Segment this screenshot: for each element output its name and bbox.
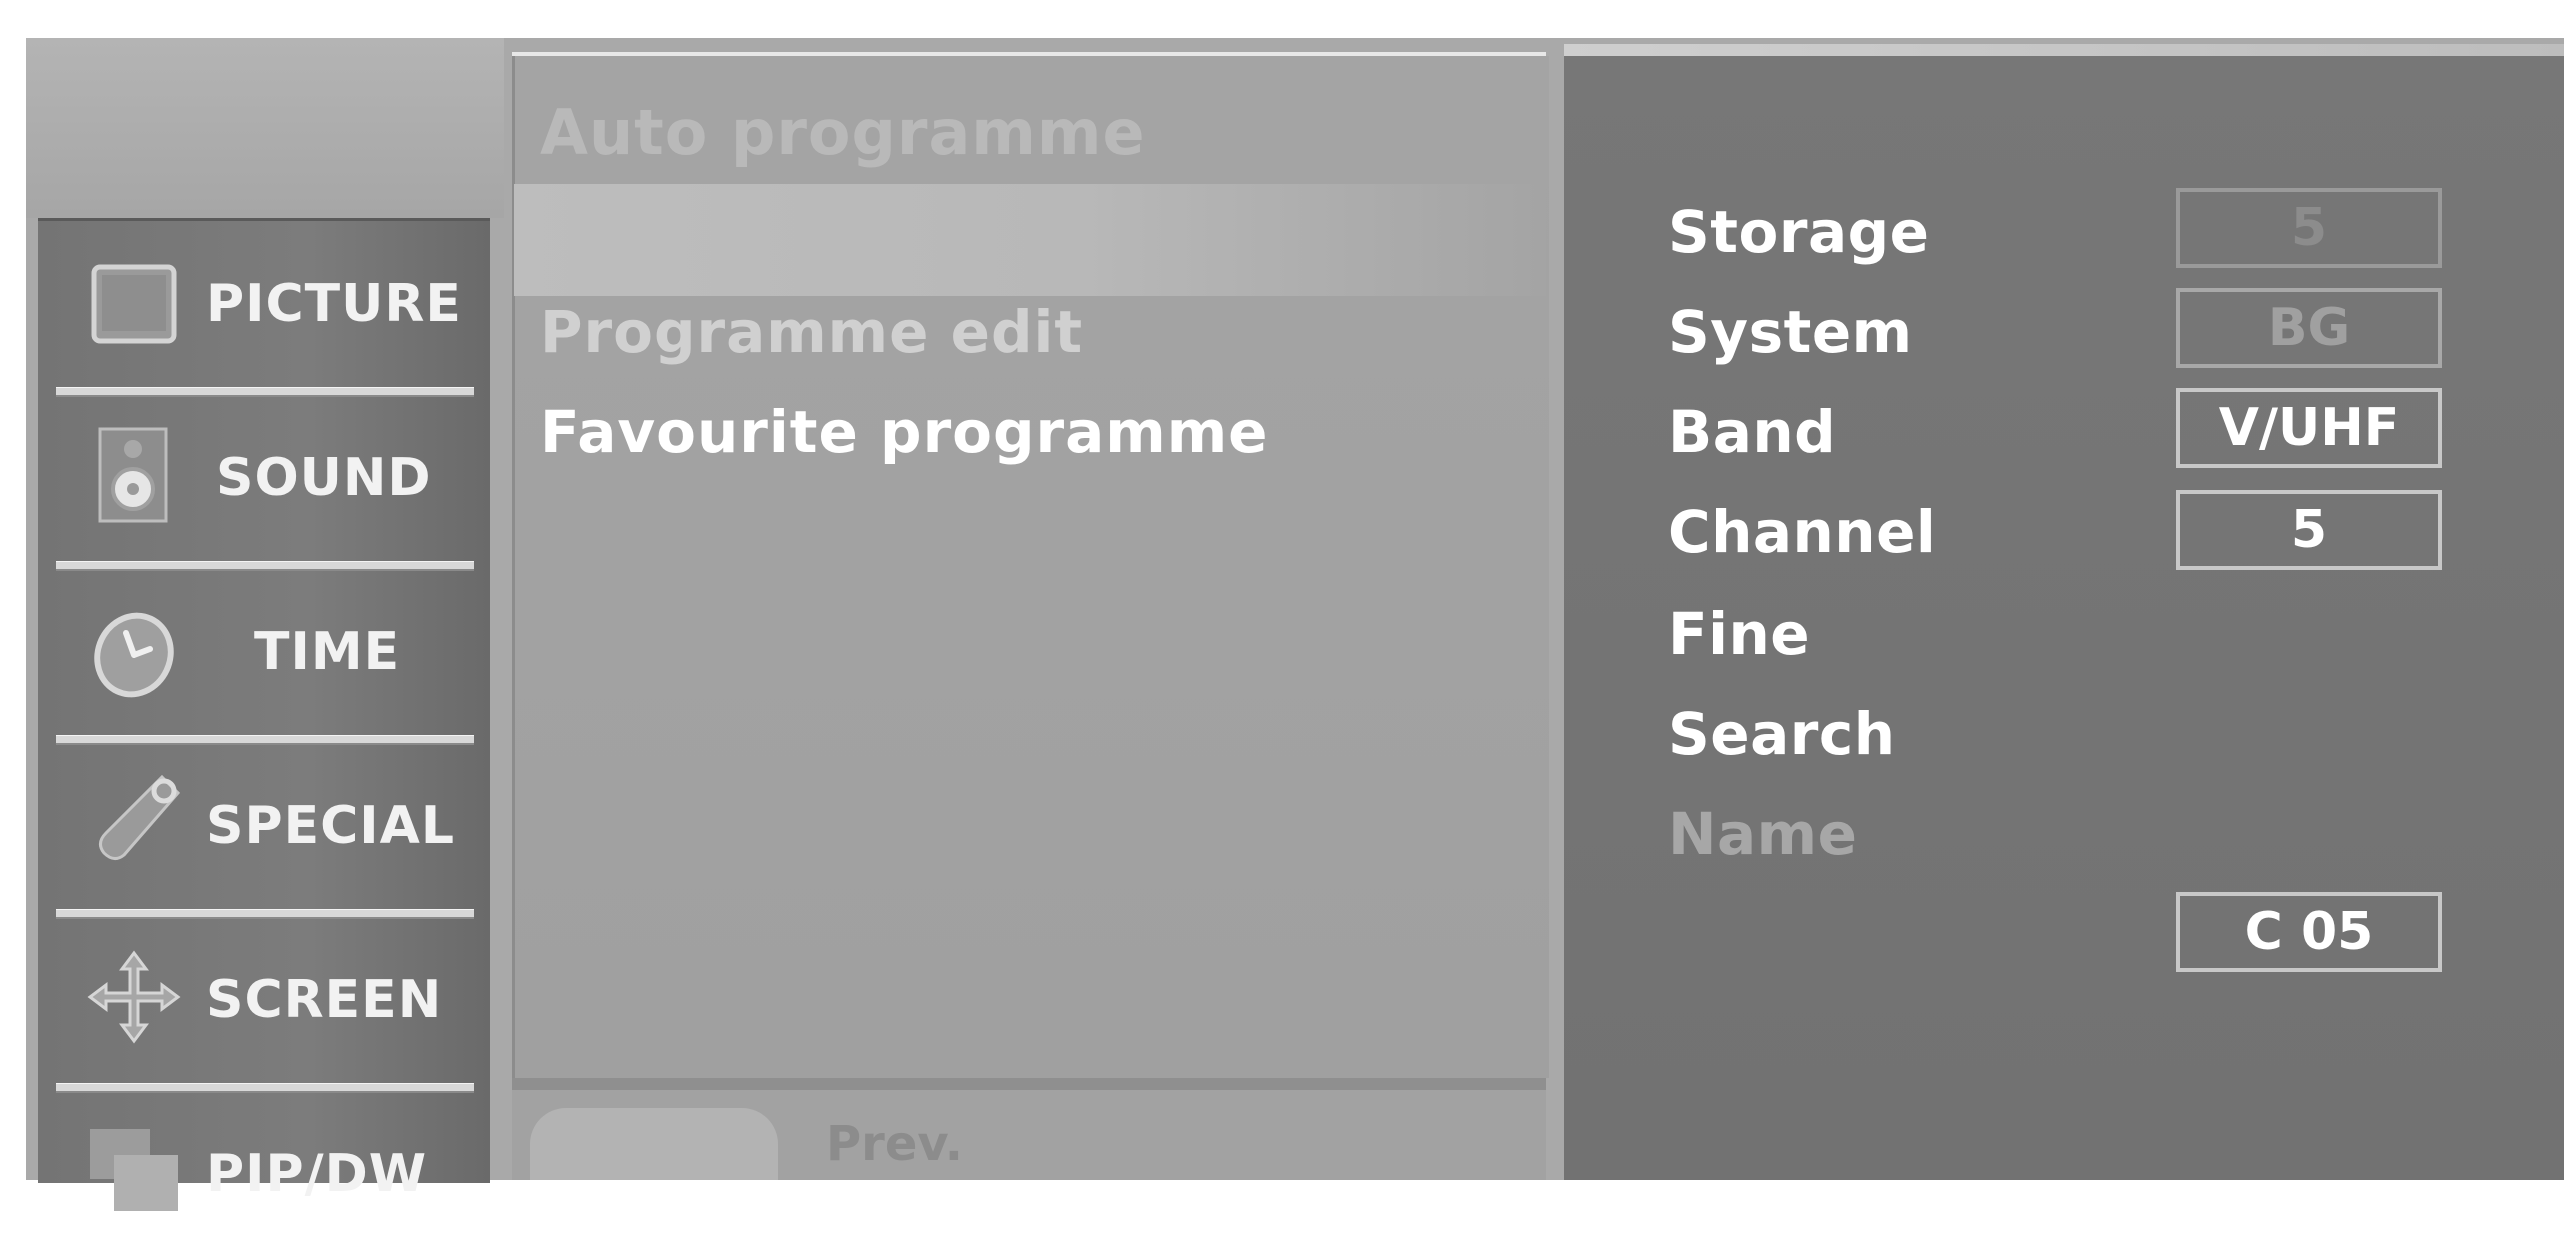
category-label: PIP/DW [206, 1143, 428, 1204]
pip-icon [90, 1129, 178, 1211]
menu-item-favourite-programme[interactable]: Favourite programme [540, 398, 1268, 466]
category-picture[interactable]: PICTURE [56, 221, 474, 386]
band-value[interactable]: V/UHF [2176, 388, 2442, 468]
move-arrows-icon [87, 950, 181, 1044]
category-sound[interactable]: SOUND [56, 395, 474, 560]
category-time[interactable]: TIME [56, 569, 474, 734]
fine-label[interactable]: Fine [1668, 600, 1810, 668]
category-label: SOUND [216, 447, 432, 508]
category-header-area [26, 38, 504, 218]
band-label: Band [1668, 398, 1837, 466]
programme-menu-bottom-border [512, 1078, 1546, 1090]
category-label: SPECIAL [206, 795, 455, 856]
system-value[interactable]: BG [2176, 288, 2442, 368]
menu-item-programme-edit[interactable]: Programme edit [540, 298, 1083, 366]
category-pip-dw[interactable]: PIP/DW [56, 1091, 474, 1256]
channel-value[interactable]: 5 [2176, 490, 2442, 570]
prev-label: Prev. [826, 1116, 964, 1172]
category-screen[interactable]: SCREEN [56, 917, 474, 1082]
menu-title: Auto programme [540, 96, 1146, 169]
system-label: System [1668, 298, 1913, 366]
channel-label: Channel [1668, 498, 1937, 566]
category-label: SCREEN [206, 969, 443, 1030]
tag-icon [99, 774, 181, 860]
prev-button[interactable] [530, 1108, 778, 1180]
storage-value[interactable]: 5 [2176, 188, 2442, 268]
category-special[interactable]: SPECIAL [56, 743, 474, 908]
category-menu: PICTURE SOUND TIME SPECIAL SCREEN PIP/DW [38, 218, 490, 1211]
selection-highlight[interactable] [514, 184, 1546, 296]
category-label: PICTURE [206, 273, 462, 334]
name-label: Name [1668, 800, 1858, 868]
settings-top-border [1564, 44, 2564, 56]
category-label: TIME [254, 621, 401, 682]
speaker-icon [98, 427, 168, 523]
clock-icon [94, 612, 174, 698]
picture-icon [91, 264, 177, 344]
search-label[interactable]: Search [1668, 700, 1896, 768]
storage-label: Storage [1668, 198, 1930, 266]
name-value[interactable]: C 05 [2176, 892, 2442, 972]
